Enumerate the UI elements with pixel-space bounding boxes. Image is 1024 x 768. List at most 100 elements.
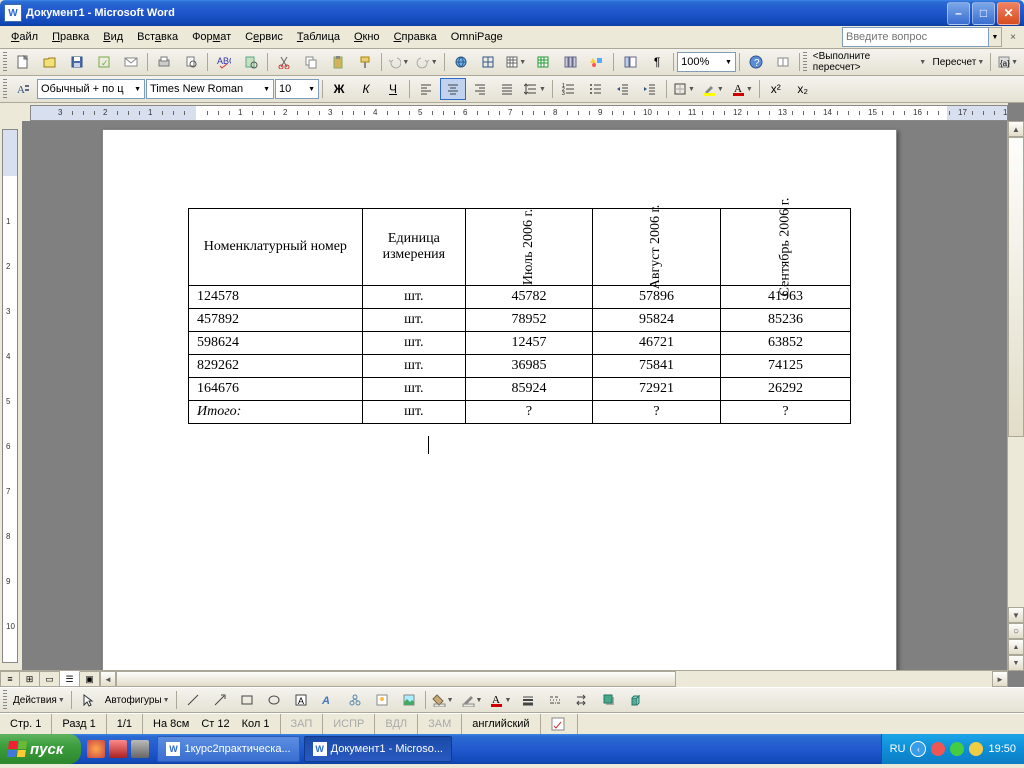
vertical-scrollbar[interactable]: ▲ ▼ ○ ▲ ▼: [1007, 121, 1024, 671]
vertical-ruler[interactable]: 1234567891011121314: [0, 121, 23, 671]
line-spacing-button[interactable]: ▼: [521, 78, 549, 100]
tray-icon[interactable]: [931, 742, 945, 756]
tray-icon[interactable]: [950, 742, 964, 756]
normal-view-button[interactable]: ≡: [0, 671, 20, 687]
table-header[interactable]: Номенклатурный номер: [189, 209, 363, 286]
print-button[interactable]: [151, 51, 177, 73]
line-style-button[interactable]: [515, 689, 541, 711]
table-row[interactable]: 164676шт.859247292126292: [189, 378, 851, 401]
status-trk[interactable]: ИСПР: [323, 714, 375, 734]
recalc-button[interactable]: Пересчет▼: [930, 51, 987, 73]
reading-view-button[interactable]: ▣: [80, 671, 100, 687]
ql-icon[interactable]: [131, 740, 149, 758]
redo-button[interactable]: ▼: [413, 51, 440, 73]
ask-close[interactable]: ×: [1006, 30, 1020, 44]
tray-lang[interactable]: RU: [890, 743, 906, 755]
maximize-button[interactable]: □: [972, 2, 995, 25]
minimize-button[interactable]: –: [947, 2, 970, 25]
help-button[interactable]: ?: [743, 51, 769, 73]
insert-worksheet-button[interactable]: [530, 51, 556, 73]
table-total-row[interactable]: Итого:шт.???: [189, 401, 851, 424]
insert-table-button[interactable]: ▼: [502, 51, 529, 73]
email-button[interactable]: [118, 51, 144, 73]
tables-borders-button[interactable]: [475, 51, 501, 73]
save-button[interactable]: [64, 51, 90, 73]
toolbar-grip[interactable]: [3, 690, 7, 710]
horizontal-ruler[interactable]: 321123456789101112131415161718: [0, 103, 1008, 122]
status-ovr[interactable]: ЗАМ: [418, 714, 462, 734]
menu-help[interactable]: Справка: [387, 29, 444, 45]
ql-icon[interactable]: [87, 740, 105, 758]
increase-indent-button[interactable]: [637, 78, 663, 100]
spellcheck-button[interactable]: ABC: [211, 51, 237, 73]
menu-file[interactable]: Файл: [4, 29, 45, 45]
textbox-button[interactable]: A: [288, 689, 314, 711]
tray-icon[interactable]: [969, 742, 983, 756]
field-shading-button[interactable]: {a}▼: [994, 51, 1021, 73]
font-size-combo[interactable]: 10▼: [275, 79, 319, 99]
font-color-draw-button[interactable]: A▼: [486, 689, 514, 711]
superscript-button[interactable]: x²: [763, 78, 789, 100]
horizontal-scrollbar[interactable]: ≡ ⊞ ▭ ☰ ▣ ◄ ►: [0, 670, 1008, 687]
copy-button[interactable]: [298, 51, 324, 73]
permissions-button[interactable]: ✓: [91, 51, 117, 73]
ask-question-input[interactable]: [842, 27, 989, 47]
toolbar-grip[interactable]: [3, 79, 7, 99]
table-header[interactable]: Июль 2006 г.: [466, 209, 593, 286]
oval-button[interactable]: [261, 689, 287, 711]
align-right-button[interactable]: [467, 78, 493, 100]
justify-button[interactable]: [494, 78, 520, 100]
taskbar-task[interactable]: W1курс2практическа...: [157, 736, 299, 762]
menu-insert[interactable]: Вставка: [130, 29, 185, 45]
align-center-button[interactable]: [440, 78, 466, 100]
paste-button[interactable]: [325, 51, 351, 73]
doc-map-button[interactable]: [617, 51, 643, 73]
research-button[interactable]: [238, 51, 264, 73]
draw-actions-button[interactable]: Действия▼: [10, 689, 68, 711]
italic-button[interactable]: К: [353, 78, 379, 100]
line-button[interactable]: [180, 689, 206, 711]
print-view-button[interactable]: ▭: [40, 671, 60, 687]
bold-button[interactable]: Ж: [326, 78, 352, 100]
read-button[interactable]: [770, 51, 796, 73]
menu-table[interactable]: Таблица: [290, 29, 347, 45]
table-header[interactable]: Август 2006 г.: [592, 209, 720, 286]
new-doc-button[interactable]: [10, 51, 36, 73]
hyperlink-button[interactable]: [448, 51, 474, 73]
table-row[interactable]: 457892шт.789529582485236: [189, 309, 851, 332]
show-marks-button[interactable]: ¶: [644, 51, 670, 73]
shadow-button[interactable]: [596, 689, 622, 711]
fill-color-button[interactable]: ▼: [429, 689, 457, 711]
arrow-style-button[interactable]: [569, 689, 595, 711]
table-row[interactable]: 829262шт.369857584174125: [189, 355, 851, 378]
bullets-button[interactable]: [583, 78, 609, 100]
print-preview-button[interactable]: [178, 51, 204, 73]
align-left-button[interactable]: [413, 78, 439, 100]
menu-view[interactable]: Вид: [96, 29, 130, 45]
decrease-indent-button[interactable]: [610, 78, 636, 100]
cut-button[interactable]: [271, 51, 297, 73]
styles-pane-button[interactable]: A: [10, 78, 36, 100]
toolbar-grip[interactable]: [803, 52, 807, 72]
table-row[interactable]: 124578шт.457825789641963: [189, 286, 851, 309]
menu-edit[interactable]: Правка: [45, 29, 96, 45]
subscript-button[interactable]: x₂: [790, 78, 816, 100]
menu-omnipage[interactable]: OmniPage: [444, 29, 510, 45]
status-ext[interactable]: ВДЛ: [375, 714, 418, 734]
clipart-button[interactable]: [369, 689, 395, 711]
3d-button[interactable]: [623, 689, 649, 711]
select-objects-button[interactable]: [75, 689, 101, 711]
columns-button[interactable]: [557, 51, 583, 73]
zoom-combo[interactable]: 100%▼: [677, 52, 736, 72]
menu-format[interactable]: Формат: [185, 29, 238, 45]
web-view-button[interactable]: ⊞: [20, 671, 40, 687]
ask-dropdown[interactable]: ▼: [989, 27, 1002, 47]
table-header[interactable]: Единица измерения: [362, 209, 465, 286]
style-combo[interactable]: Обычный + по ц▼: [37, 79, 145, 99]
outline-view-button[interactable]: ☰: [60, 671, 80, 687]
ql-icon[interactable]: [109, 740, 127, 758]
font-combo[interactable]: Times New Roman▼: [146, 79, 274, 99]
document-area[interactable]: Номенклатурный номерЕдиница измеренияИюл…: [22, 121, 1008, 671]
taskbar-task[interactable]: WДокумент1 - Microso...: [304, 736, 452, 762]
open-button[interactable]: [37, 51, 63, 73]
